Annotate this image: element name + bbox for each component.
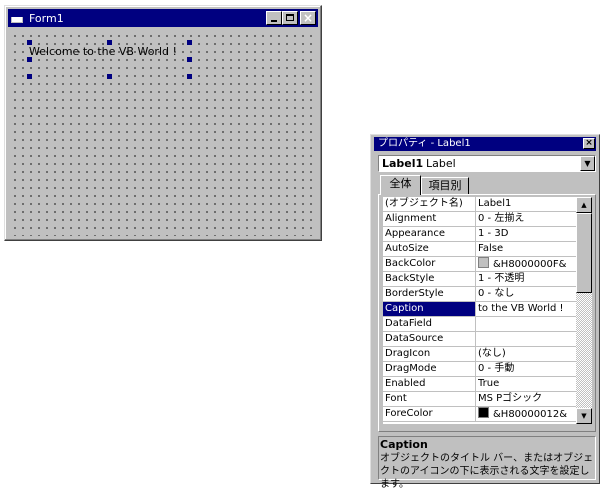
minimize-icon xyxy=(271,20,277,22)
property-name: DragMode xyxy=(385,363,437,374)
maximize-button[interactable] xyxy=(282,11,298,25)
property-row[interactable]: Appearance 1 - 3D xyxy=(383,227,576,242)
color-value: &H80000012& xyxy=(493,409,568,420)
resize-handle-nw[interactable] xyxy=(27,40,32,45)
property-row[interactable]: DataField xyxy=(383,317,576,332)
property-value[interactable]: &H80000012& xyxy=(478,407,575,422)
scroll-thumb[interactable] xyxy=(576,213,592,293)
property-row[interactable]: DragIcon (なし) xyxy=(383,347,576,362)
property-name: DragIcon xyxy=(385,348,431,359)
property-value[interactable]: Label1 xyxy=(478,197,575,211)
close-icon: × xyxy=(585,138,593,148)
form1-title: Form1 xyxy=(29,11,64,25)
properties-titlebar[interactable]: プロパティ - Label1 × xyxy=(374,137,596,151)
property-name: Caption xyxy=(383,302,475,316)
resize-handle-ne[interactable] xyxy=(187,40,192,45)
properties-title: プロパティ - Label1 xyxy=(378,138,471,149)
resize-handle-n[interactable] xyxy=(107,40,112,45)
property-name: BackColor xyxy=(385,258,436,269)
property-value[interactable]: MS Pゴシック xyxy=(478,392,575,406)
property-row[interactable]: BackColor &H8000000F& xyxy=(383,257,576,272)
form1-window[interactable]: Form1 × Welcome to the VB World ! xyxy=(4,5,322,241)
scroll-up-button[interactable]: ▲ xyxy=(576,197,592,213)
property-name: ForeColor xyxy=(385,408,433,419)
caption-value-field[interactable]: to the VB World ! xyxy=(478,302,575,316)
caption-buttons: × xyxy=(266,11,316,25)
properties-close-button[interactable]: × xyxy=(583,138,595,149)
property-row[interactable]: (オブジェクト名) Label1 xyxy=(383,197,576,212)
arrow-down-icon: ▼ xyxy=(581,412,587,420)
property-row[interactable]: BackStyle 1 - 不透明 xyxy=(383,272,576,287)
property-value[interactable]: False xyxy=(478,242,575,256)
resize-handle-e[interactable] xyxy=(187,57,192,62)
object-type: Label xyxy=(426,157,456,170)
description-text: オブジェクトのタイトル バー、またはオブジェクトのアイコンの下に表示される文字を… xyxy=(380,453,594,490)
description-pane: Caption オブジェクトのタイトル バー、またはオブジェクトのアイコンの下に… xyxy=(378,436,596,490)
tab-alphabetic[interactable]: 全体 xyxy=(380,175,421,195)
close-icon: × xyxy=(302,11,314,25)
object-name: Label1 xyxy=(382,157,424,170)
property-grid-scrollbar[interactable]: ▲ ▼ xyxy=(576,197,592,424)
color-swatch xyxy=(478,407,489,418)
form1-titlebar[interactable]: Form1 × xyxy=(8,9,318,27)
properties-window[interactable]: プロパティ - Label1 × Label1 Label ▼ 全体 項目別 (… xyxy=(370,134,600,490)
property-value[interactable]: 0 - 手動 xyxy=(478,362,575,376)
property-value[interactable]: 1 - 3D xyxy=(478,227,575,241)
property-value[interactable]: &H8000000F& xyxy=(478,257,575,272)
property-row[interactable]: Font MS Pゴシック xyxy=(383,392,576,407)
chevron-down-icon: ▼ xyxy=(584,159,591,168)
maximize-icon xyxy=(286,14,294,21)
property-name: DataSource xyxy=(385,333,444,344)
color-swatch xyxy=(478,257,489,268)
property-value[interactable]: 1 - 不透明 xyxy=(478,272,575,286)
scroll-down-button[interactable]: ▼ xyxy=(576,408,592,424)
property-name: BackStyle xyxy=(385,273,435,284)
close-button[interactable]: × xyxy=(300,11,316,25)
dropdown-button[interactable]: ▼ xyxy=(580,156,595,171)
property-row-selected[interactable]: Caption to the VB World ! xyxy=(383,302,576,317)
property-row[interactable]: Enabled True xyxy=(383,377,576,392)
label1-control[interactable]: Welcome to the VB World ! xyxy=(29,45,189,59)
arrow-up-icon: ▲ xyxy=(581,201,587,209)
property-name: BorderStyle xyxy=(385,288,444,299)
color-value: &H8000000F& xyxy=(493,259,567,270)
tab-categorized[interactable]: 項目別 xyxy=(421,177,469,194)
property-row[interactable]: AutoSize False xyxy=(383,242,576,257)
resize-handle-sw[interactable] xyxy=(27,74,32,79)
property-value[interactable]: 0 - 左揃え xyxy=(478,212,575,226)
property-name: AutoSize xyxy=(385,243,429,254)
resize-handle-s[interactable] xyxy=(107,74,112,79)
property-value[interactable]: (なし) xyxy=(478,347,575,361)
property-grid[interactable]: (オブジェクト名) Label1 Alignment 0 - 左揃え Appea… xyxy=(383,197,576,424)
resize-handle-w[interactable] xyxy=(27,57,32,62)
minimize-button[interactable] xyxy=(266,11,282,25)
property-row[interactable]: DataSource xyxy=(383,332,576,347)
property-value[interactable]: 0 - なし xyxy=(478,287,575,301)
property-name: Enabled xyxy=(385,378,426,389)
property-row[interactable]: Alignment 0 - 左揃え xyxy=(383,212,576,227)
description-title: Caption xyxy=(380,438,428,451)
property-value[interactable]: True xyxy=(478,377,575,391)
property-row[interactable]: BorderStyle 0 - なし xyxy=(383,287,576,302)
property-row[interactable]: ForeColor &H80000012& xyxy=(383,407,576,422)
resize-handle-se[interactable] xyxy=(187,74,192,79)
property-name: Appearance xyxy=(385,228,446,239)
property-row[interactable]: DragMode 0 - 手動 xyxy=(383,362,576,377)
property-name: DataField xyxy=(385,318,432,329)
property-name: Font xyxy=(385,393,407,404)
property-name: Alignment xyxy=(385,213,437,224)
object-selector[interactable]: Label1 Label ▼ xyxy=(378,155,596,172)
property-name: (オブジェクト名) xyxy=(385,198,463,209)
form-design-surface[interactable]: Welcome to the VB World ! xyxy=(9,30,317,236)
form-icon xyxy=(11,12,25,24)
